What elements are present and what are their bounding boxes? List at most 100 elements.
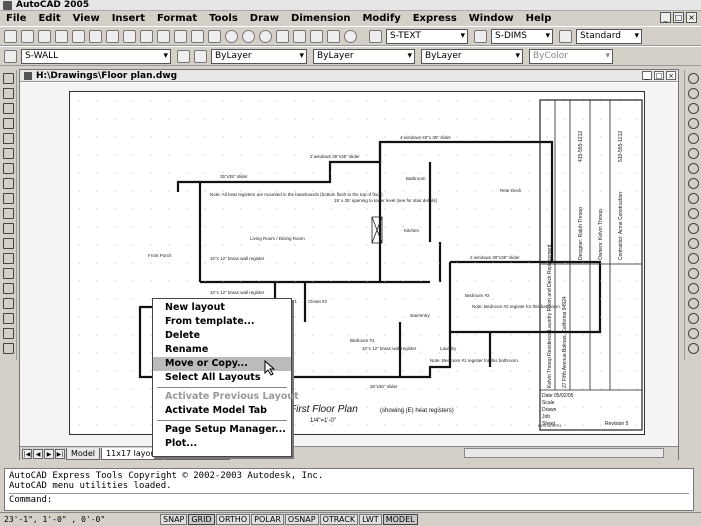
menu-draw[interactable]: Draw (250, 13, 279, 24)
arc-icon[interactable] (3, 148, 14, 159)
insert-block-icon[interactable] (3, 238, 14, 249)
line-icon[interactable] (3, 73, 14, 84)
point-icon[interactable] (3, 268, 14, 279)
cut-icon[interactable] (106, 29, 119, 43)
circle-icon[interactable] (3, 163, 14, 174)
plot-icon[interactable] (55, 29, 68, 43)
snap-toggle[interactable]: SNAP (160, 514, 188, 525)
menu-activate-model-tab[interactable]: Activate Model Tab (153, 404, 291, 418)
properties-icon[interactable] (276, 29, 289, 43)
tab-model[interactable]: Model (66, 447, 101, 460)
menu-express[interactable]: Express (413, 13, 457, 24)
plotstyle-select[interactable]: ByColor (529, 48, 613, 64)
menu-edit[interactable]: Edit (38, 13, 60, 24)
open-icon[interactable] (21, 29, 34, 43)
draworder-icon[interactable] (688, 313, 699, 324)
zoom-window-icon[interactable] (242, 29, 255, 43)
menu-help[interactable]: Help (526, 13, 552, 24)
drawing-close-icon[interactable]: × (666, 71, 676, 80)
stretch-icon[interactable] (688, 193, 699, 204)
help-icon[interactable] (344, 29, 357, 43)
join-icon[interactable] (688, 253, 699, 264)
horizontal-scrollbar[interactable] (464, 448, 664, 458)
preview-icon[interactable] (72, 29, 85, 43)
match-properties-icon[interactable] (157, 29, 170, 43)
copy-object-icon[interactable] (688, 88, 699, 99)
undo-icon[interactable] (174, 29, 187, 43)
make-block-icon[interactable] (3, 253, 14, 264)
color-select[interactable]: ByLayer (211, 48, 307, 64)
construction-line-icon[interactable] (3, 88, 14, 99)
layer-manager-icon[interactable] (4, 49, 17, 63)
trim-icon[interactable] (688, 208, 699, 219)
tool-palettes-icon[interactable] (310, 29, 323, 43)
command-prompt[interactable]: Command: (9, 493, 689, 505)
properties-panel-icon[interactable] (688, 328, 699, 339)
extend-icon[interactable] (688, 223, 699, 234)
explode-icon[interactable] (688, 298, 699, 309)
drawing-restore-icon[interactable]: □ (654, 71, 664, 80)
rectangle-icon[interactable] (3, 133, 14, 144)
layer-select[interactable]: S-WALL (21, 48, 171, 64)
menu-new-layout[interactable]: New layout (153, 301, 291, 315)
polar-toggle[interactable]: POLAR (251, 514, 284, 525)
make-current-icon[interactable] (177, 49, 190, 63)
zoom-previous-icon[interactable] (259, 29, 272, 43)
redo-icon[interactable] (191, 29, 204, 43)
first-tab-icon[interactable]: |◀ (22, 448, 32, 459)
menu-tools[interactable]: Tools (209, 13, 238, 24)
lwt-toggle[interactable]: LWT (359, 514, 382, 525)
menu-insert[interactable]: Insert (112, 13, 145, 24)
prev-tab-icon[interactable]: ◀ (33, 448, 43, 459)
scale-icon[interactable] (688, 178, 699, 189)
pan-icon[interactable] (208, 29, 221, 43)
multiline-text-icon[interactable] (3, 343, 14, 354)
menu-dimension[interactable]: Dimension (291, 13, 350, 24)
paste-icon[interactable] (140, 29, 153, 43)
design-center-icon[interactable] (293, 29, 306, 43)
break-icon[interactable] (688, 238, 699, 249)
menu-delete[interactable]: Delete (153, 329, 291, 343)
menu-window[interactable]: Window (469, 13, 514, 24)
menu-page-setup-manager[interactable]: Page Setup Manager... (153, 423, 291, 437)
grid-toggle[interactable]: GRID (188, 514, 215, 525)
text-style-select[interactable]: S-TEXT (386, 28, 468, 44)
lineweight-select[interactable]: ByLayer (421, 48, 523, 64)
next-tab-icon[interactable]: ▶ (44, 448, 54, 459)
model-paper-toggle[interactable]: MODEL (382, 514, 418, 525)
spline-icon[interactable] (3, 193, 14, 204)
layer-tools-icon[interactable] (688, 343, 699, 354)
mirror-icon[interactable] (688, 103, 699, 114)
move-icon[interactable] (688, 148, 699, 159)
polygon-icon[interactable] (3, 118, 14, 129)
publish-icon[interactable] (89, 29, 102, 43)
ortho-toggle[interactable]: ORTHO (215, 514, 251, 525)
dim-style-select[interactable]: S-DIMS (491, 28, 553, 44)
hatch-icon[interactable] (3, 283, 14, 294)
zoom-realtime-icon[interactable] (225, 29, 238, 43)
fillet-icon[interactable] (688, 283, 699, 294)
polyline-icon[interactable] (3, 103, 14, 114)
osnap-toggle[interactable]: OSNAP (284, 514, 319, 525)
chamfer-icon[interactable] (688, 268, 699, 279)
menu-plot[interactable]: Plot... (153, 437, 291, 451)
gradient-icon[interactable] (3, 298, 14, 309)
save-icon[interactable] (38, 29, 51, 43)
region-icon[interactable] (3, 313, 14, 324)
linetype-select[interactable]: ByLayer (313, 48, 415, 64)
layer-previous-icon[interactable] (194, 49, 207, 63)
drawing-minimize-icon[interactable]: _ (642, 71, 652, 80)
copy-icon[interactable] (123, 29, 136, 43)
ellipse-icon[interactable] (3, 208, 14, 219)
revcloud-icon[interactable] (3, 178, 14, 189)
erase-icon[interactable] (688, 73, 699, 84)
menu-from-template[interactable]: From template... (153, 315, 291, 329)
menu-format[interactable]: Format (157, 13, 197, 24)
menu-rename[interactable]: Rename (153, 343, 291, 357)
sheet-set-icon[interactable] (327, 29, 340, 43)
table-style-select[interactable]: Standard (576, 28, 642, 44)
last-tab-icon[interactable]: ▶| (55, 448, 65, 459)
ellipse-arc-icon[interactable] (3, 223, 14, 234)
layout-canvas[interactable]: Front Porch Living Room / Dining Room Be… (20, 83, 678, 446)
otrack-toggle[interactable]: OTRACK (319, 514, 359, 525)
